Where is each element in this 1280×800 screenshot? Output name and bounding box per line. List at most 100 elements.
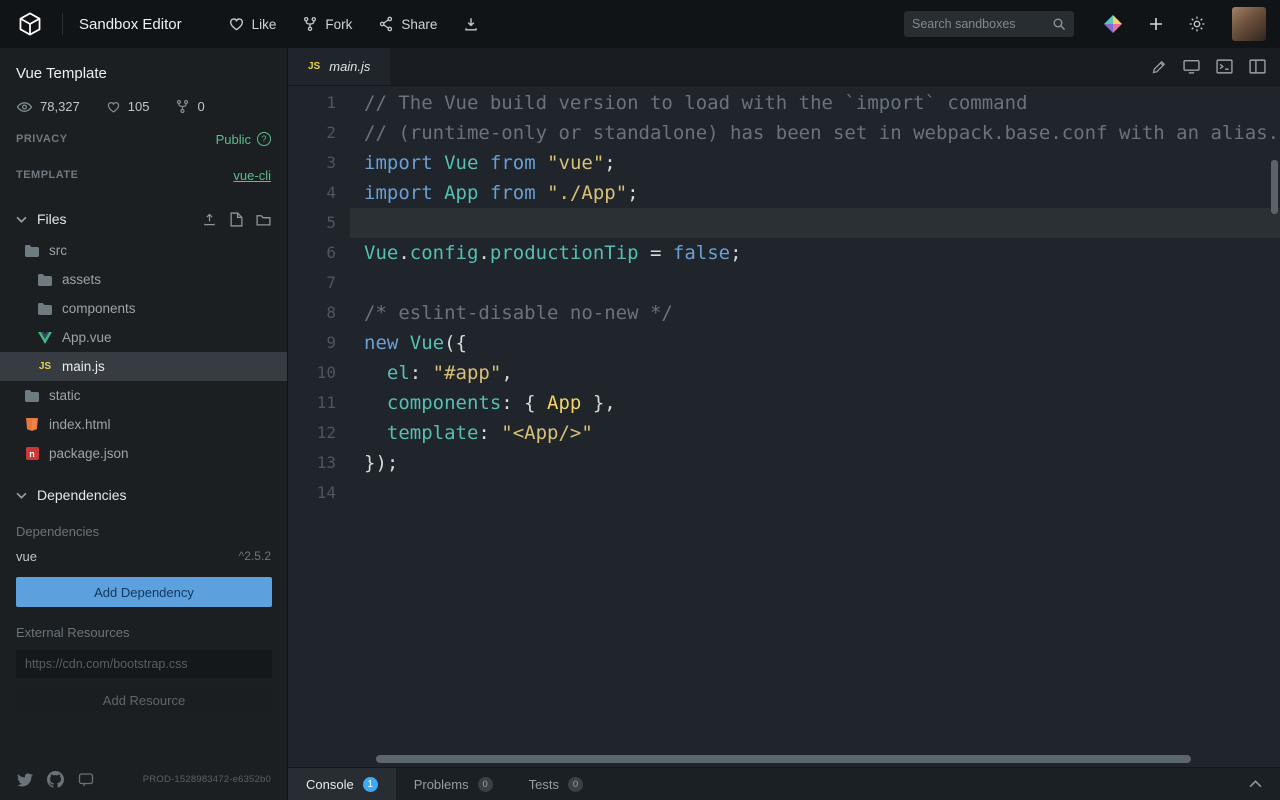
external-resources-label: External Resources [0, 607, 287, 640]
file-item-components[interactable]: components [0, 294, 287, 323]
file-item-App-vue[interactable]: App.vue [0, 323, 287, 352]
chat-icon[interactable] [77, 772, 95, 788]
code-text[interactable]: /* eslint-disable no-new */ [350, 298, 1280, 328]
layout-icon[interactable] [1249, 59, 1266, 74]
project-title: Vue Template [0, 48, 287, 82]
code-text[interactable] [350, 208, 1280, 238]
line-number: 2 [288, 118, 350, 148]
vertical-scrollbar[interactable] [1271, 160, 1278, 214]
like-button[interactable]: Like [228, 16, 277, 32]
code-line[interactable]: 14 [288, 478, 1280, 508]
code-token: , [501, 362, 512, 384]
privacy-value: Public ? [216, 132, 271, 147]
file-item-package-json[interactable]: npackage.json [0, 439, 287, 468]
file-item-static[interactable]: static [0, 381, 287, 410]
twitter-icon[interactable] [16, 772, 34, 788]
code-text[interactable]: Vue.config.productionTip = false; [350, 238, 1280, 268]
dependency-version: ^2.5.2 [239, 549, 271, 563]
code-text[interactable] [350, 478, 1280, 508]
files-section-header[interactable]: Files [0, 202, 287, 236]
resource-url-input[interactable] [16, 650, 272, 678]
file-item-main-js[interactable]: JSmain.js [0, 352, 287, 381]
file-item-src[interactable]: src [0, 236, 287, 265]
code-editor[interactable]: 1// The Vue build version to load with t… [288, 86, 1280, 767]
code-line[interactable]: 2 // (runtime-only or standalone) has bee… [288, 118, 1280, 148]
search-box[interactable] [904, 11, 1074, 37]
pro-gem-icon[interactable] [1102, 13, 1124, 35]
code-text[interactable] [350, 268, 1280, 298]
gear-icon [1188, 15, 1206, 33]
github-icon[interactable] [47, 771, 64, 788]
horizontal-scrollbar[interactable] [376, 755, 1191, 763]
code-token: . [398, 242, 409, 264]
code-line[interactable]: 1// The Vue build version to load with t… [288, 88, 1280, 118]
dependencies-header-label: Dependencies [37, 487, 127, 503]
code-text[interactable]: // (runtime-only or standalone) has been… [350, 118, 1280, 148]
code-line[interactable]: 9new Vue({ [288, 328, 1280, 358]
console-icon[interactable] [1216, 59, 1233, 74]
code-text[interactable]: components: { App }, [350, 388, 1280, 418]
tests-label: Tests [529, 777, 559, 792]
avatar[interactable] [1232, 7, 1266, 41]
code-token [536, 152, 547, 174]
tab-tests[interactable]: Tests 0 [511, 768, 601, 800]
upload-icon[interactable] [202, 212, 217, 227]
code-token: : [410, 362, 433, 384]
code-line[interactable]: 13}); [288, 448, 1280, 478]
code-token: template [387, 422, 479, 444]
share-button[interactable]: Share [378, 16, 437, 32]
search-input[interactable] [912, 17, 1052, 31]
code-line[interactable]: 11 components: { App }, [288, 388, 1280, 418]
code-text[interactable]: import App from "./App"; [350, 178, 1280, 208]
chevron-up-icon[interactable] [1249, 768, 1280, 800]
code-token: "vue" [547, 152, 604, 174]
code-text[interactable]: }); [350, 448, 1280, 478]
add-resource-button[interactable]: Add Resource [16, 686, 272, 714]
code-token: ; [604, 152, 615, 174]
code-line[interactable]: 10 el: "#app", [288, 358, 1280, 388]
code-token: from [490, 152, 536, 174]
js-icon: JS [308, 61, 320, 72]
edit-icon[interactable] [1151, 59, 1167, 75]
code-line[interactable]: 7 [288, 268, 1280, 298]
new-folder-icon[interactable] [256, 213, 271, 226]
settings-button[interactable] [1188, 15, 1206, 33]
forks-stat: 0 [175, 99, 204, 114]
code-token: // (runtime-only or standalone) has been… [364, 122, 1279, 144]
file-item-assets[interactable]: assets [0, 265, 287, 294]
statusbar: Console 1 Problems 0 Tests 0 [288, 767, 1280, 800]
plus-icon [1148, 16, 1164, 32]
add-dependency-button[interactable]: Add Dependency [16, 577, 272, 607]
tab-problems[interactable]: Problems 0 [396, 768, 511, 800]
tab-console[interactable]: Console 1 [288, 768, 396, 800]
code-text[interactable]: import Vue from "vue"; [350, 148, 1280, 178]
folder-icon [25, 390, 39, 402]
code-token: from [490, 182, 536, 204]
code-token: config [410, 242, 479, 264]
dependency-row[interactable]: vue ^2.5.2 [0, 541, 287, 571]
code-line[interactable]: 8/* eslint-disable no-new */ [288, 298, 1280, 328]
code-token: App [547, 392, 581, 414]
code-line[interactable]: 4import App from "./App"; [288, 178, 1280, 208]
download-button[interactable] [463, 16, 479, 32]
code-text[interactable]: template: "<App/>" [350, 418, 1280, 448]
new-file-icon[interactable] [230, 212, 243, 227]
fork-button[interactable]: Fork [302, 16, 352, 32]
tab-main-js[interactable]: JS main.js [288, 48, 390, 85]
app-logo-icon[interactable] [14, 8, 46, 40]
code-line[interactable]: 3import Vue from "vue"; [288, 148, 1280, 178]
code-text[interactable]: new Vue({ [350, 328, 1280, 358]
code-line[interactable]: 5 [288, 208, 1280, 238]
code-text[interactable]: // The Vue build version to load with th… [350, 88, 1280, 118]
code-text[interactable]: el: "#app", [350, 358, 1280, 388]
new-sandbox-button[interactable] [1148, 16, 1164, 32]
code-token: = [639, 242, 673, 264]
code-line[interactable]: 6Vue.config.productionTip = false; [288, 238, 1280, 268]
chevron-down-icon [16, 216, 27, 223]
template-link[interactable]: vue-cli [233, 168, 271, 183]
code-line[interactable]: 12 template: "<App/>" [288, 418, 1280, 448]
help-icon[interactable]: ? [257, 132, 271, 146]
dependencies-section-header[interactable]: Dependencies [0, 478, 287, 512]
file-item-index-html[interactable]: index.html [0, 410, 287, 439]
preview-icon[interactable] [1183, 59, 1200, 74]
